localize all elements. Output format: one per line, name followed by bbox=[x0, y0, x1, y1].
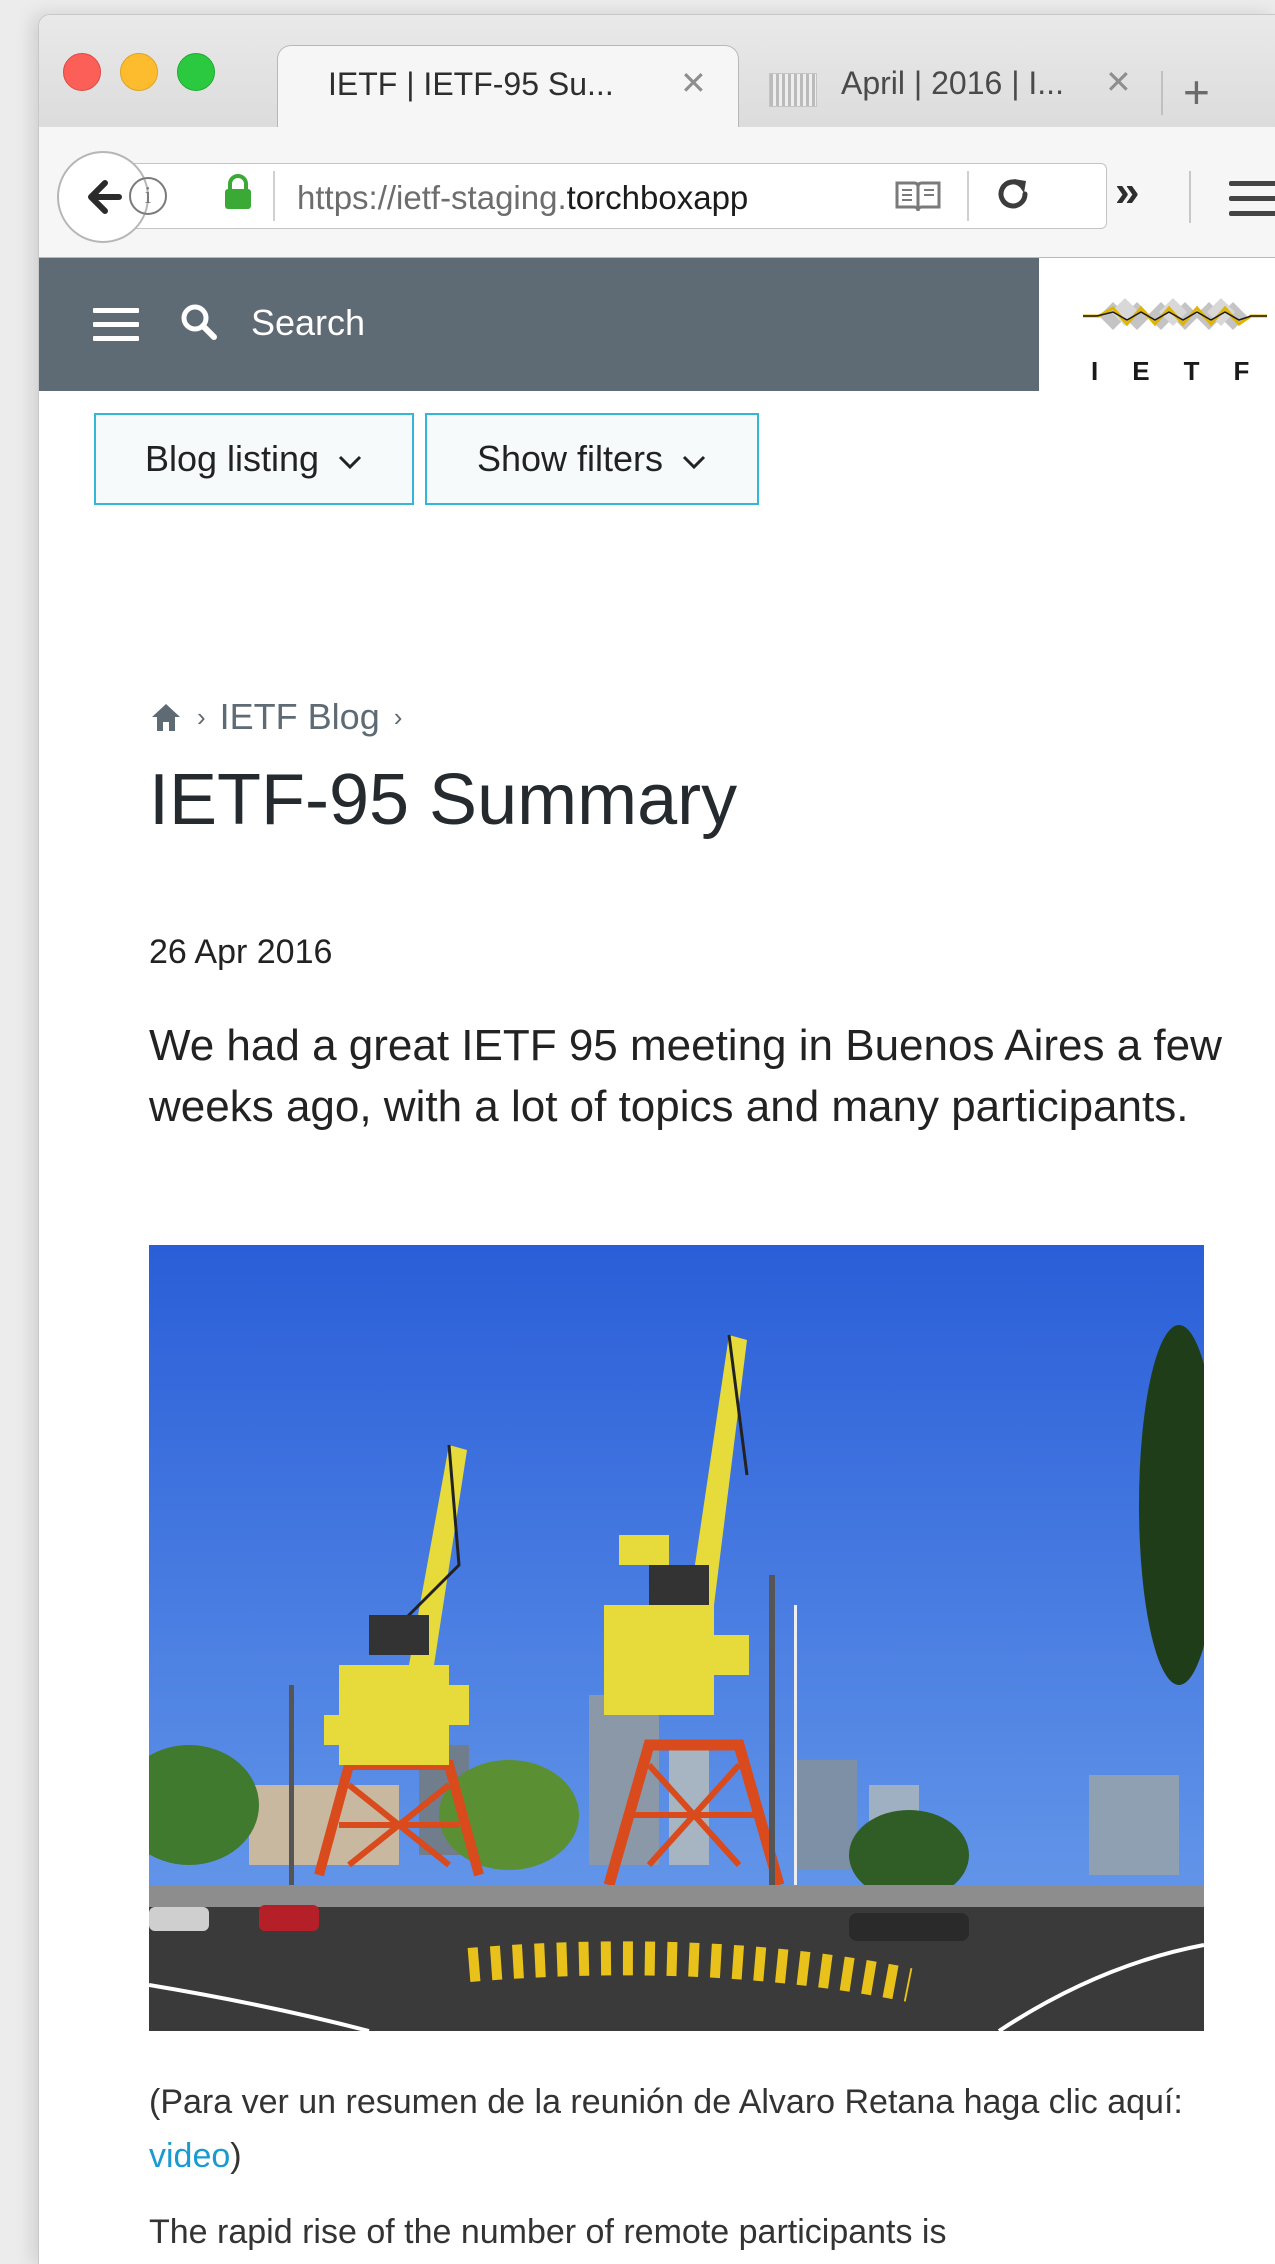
url-host: torchboxapp bbox=[566, 179, 749, 216]
tab-strip: IETF | IETF-95 Su... ✕ April | 2016 | I.… bbox=[39, 15, 1275, 130]
url-prefix: https://ietf-staging. bbox=[297, 179, 567, 216]
article-intro: We had a great IETF 95 meeting in Buenos… bbox=[149, 1021, 1222, 1131]
tab-ietf-95-summary[interactable]: IETF | IETF-95 Su... ✕ bbox=[277, 45, 739, 130]
breadcrumb-separator-icon: › bbox=[393, 701, 403, 732]
close-window-button[interactable] bbox=[63, 53, 101, 91]
new-tab-button[interactable]: + bbox=[1183, 69, 1210, 115]
navigation-toolbar: i https://ietf-staging.torchboxapp » bbox=[39, 127, 1275, 258]
chevron-down-icon bbox=[682, 455, 706, 470]
article-body-paragraph: The rapid rise of the number of remote p… bbox=[149, 2213, 947, 2251]
home-icon[interactable] bbox=[149, 701, 183, 733]
lock-icon[interactable] bbox=[223, 173, 253, 216]
tab-close-icon[interactable]: ✕ bbox=[1105, 63, 1132, 101]
search-label[interactable]: Search bbox=[251, 302, 365, 344]
video-link[interactable]: video bbox=[149, 2137, 230, 2175]
breadcrumb-ietf-blog[interactable]: IETF Blog bbox=[220, 696, 380, 738]
site-header: Search IETF bbox=[39, 258, 1275, 391]
maximize-window-button[interactable] bbox=[177, 53, 215, 91]
blog-listing-button[interactable]: Blog listing bbox=[94, 413, 414, 505]
hero-photo bbox=[149, 1245, 1204, 2031]
browser-window: IETF | IETF-95 Su... ✕ April | 2016 | I.… bbox=[38, 14, 1275, 2264]
site-favicon-icon bbox=[769, 73, 817, 107]
url-text[interactable]: https://ietf-staging.torchboxapp bbox=[297, 179, 897, 217]
toolbar-overflow-icon[interactable]: » bbox=[1115, 167, 1139, 217]
post-date: 26 Apr 2016 bbox=[149, 933, 333, 971]
tab-label: IETF | IETF-95 Su... bbox=[328, 66, 614, 102]
caption-text: (Para ver un resumen de la reunión de Al… bbox=[149, 2083, 1183, 2121]
site-nav-bar: Search bbox=[39, 258, 1039, 391]
tab-label: April | 2016 | I... bbox=[841, 65, 1064, 101]
ietf-logo-text: IETF bbox=[1091, 356, 1275, 386]
url-divider bbox=[967, 171, 969, 221]
site-menu-icon[interactable] bbox=[93, 308, 139, 350]
caption-close: ) bbox=[230, 2137, 242, 2175]
reload-icon[interactable] bbox=[994, 175, 1032, 218]
breadcrumb-separator-icon: › bbox=[197, 701, 206, 732]
url-divider bbox=[273, 171, 275, 221]
browser-menu-icon[interactable] bbox=[1229, 181, 1275, 226]
search-icon[interactable] bbox=[179, 302, 219, 347]
blog-listing-label: Blog listing bbox=[144, 438, 320, 479]
chevron-down-icon bbox=[338, 455, 362, 470]
tab-close-icon[interactable]: ✕ bbox=[680, 64, 707, 102]
toolbar-divider bbox=[1189, 171, 1191, 223]
breadcrumb: › IETF Blog › bbox=[149, 695, 416, 739]
tab-divider bbox=[1161, 71, 1163, 115]
minimize-window-button[interactable] bbox=[120, 53, 158, 91]
back-arrow-icon bbox=[88, 180, 122, 214]
page-title: IETF-95 Summary bbox=[149, 760, 738, 840]
photo-caption: (Para ver un resumen de la reunión de Al… bbox=[149, 2075, 1259, 2183]
reader-view-icon[interactable] bbox=[894, 179, 942, 218]
show-filters-label: Show filters bbox=[476, 438, 664, 479]
show-filters-button[interactable]: Show filters bbox=[425, 413, 759, 505]
tab-april-2016[interactable]: April | 2016 | I... ✕ bbox=[729, 45, 1149, 127]
site-info-icon[interactable]: i bbox=[129, 177, 167, 215]
